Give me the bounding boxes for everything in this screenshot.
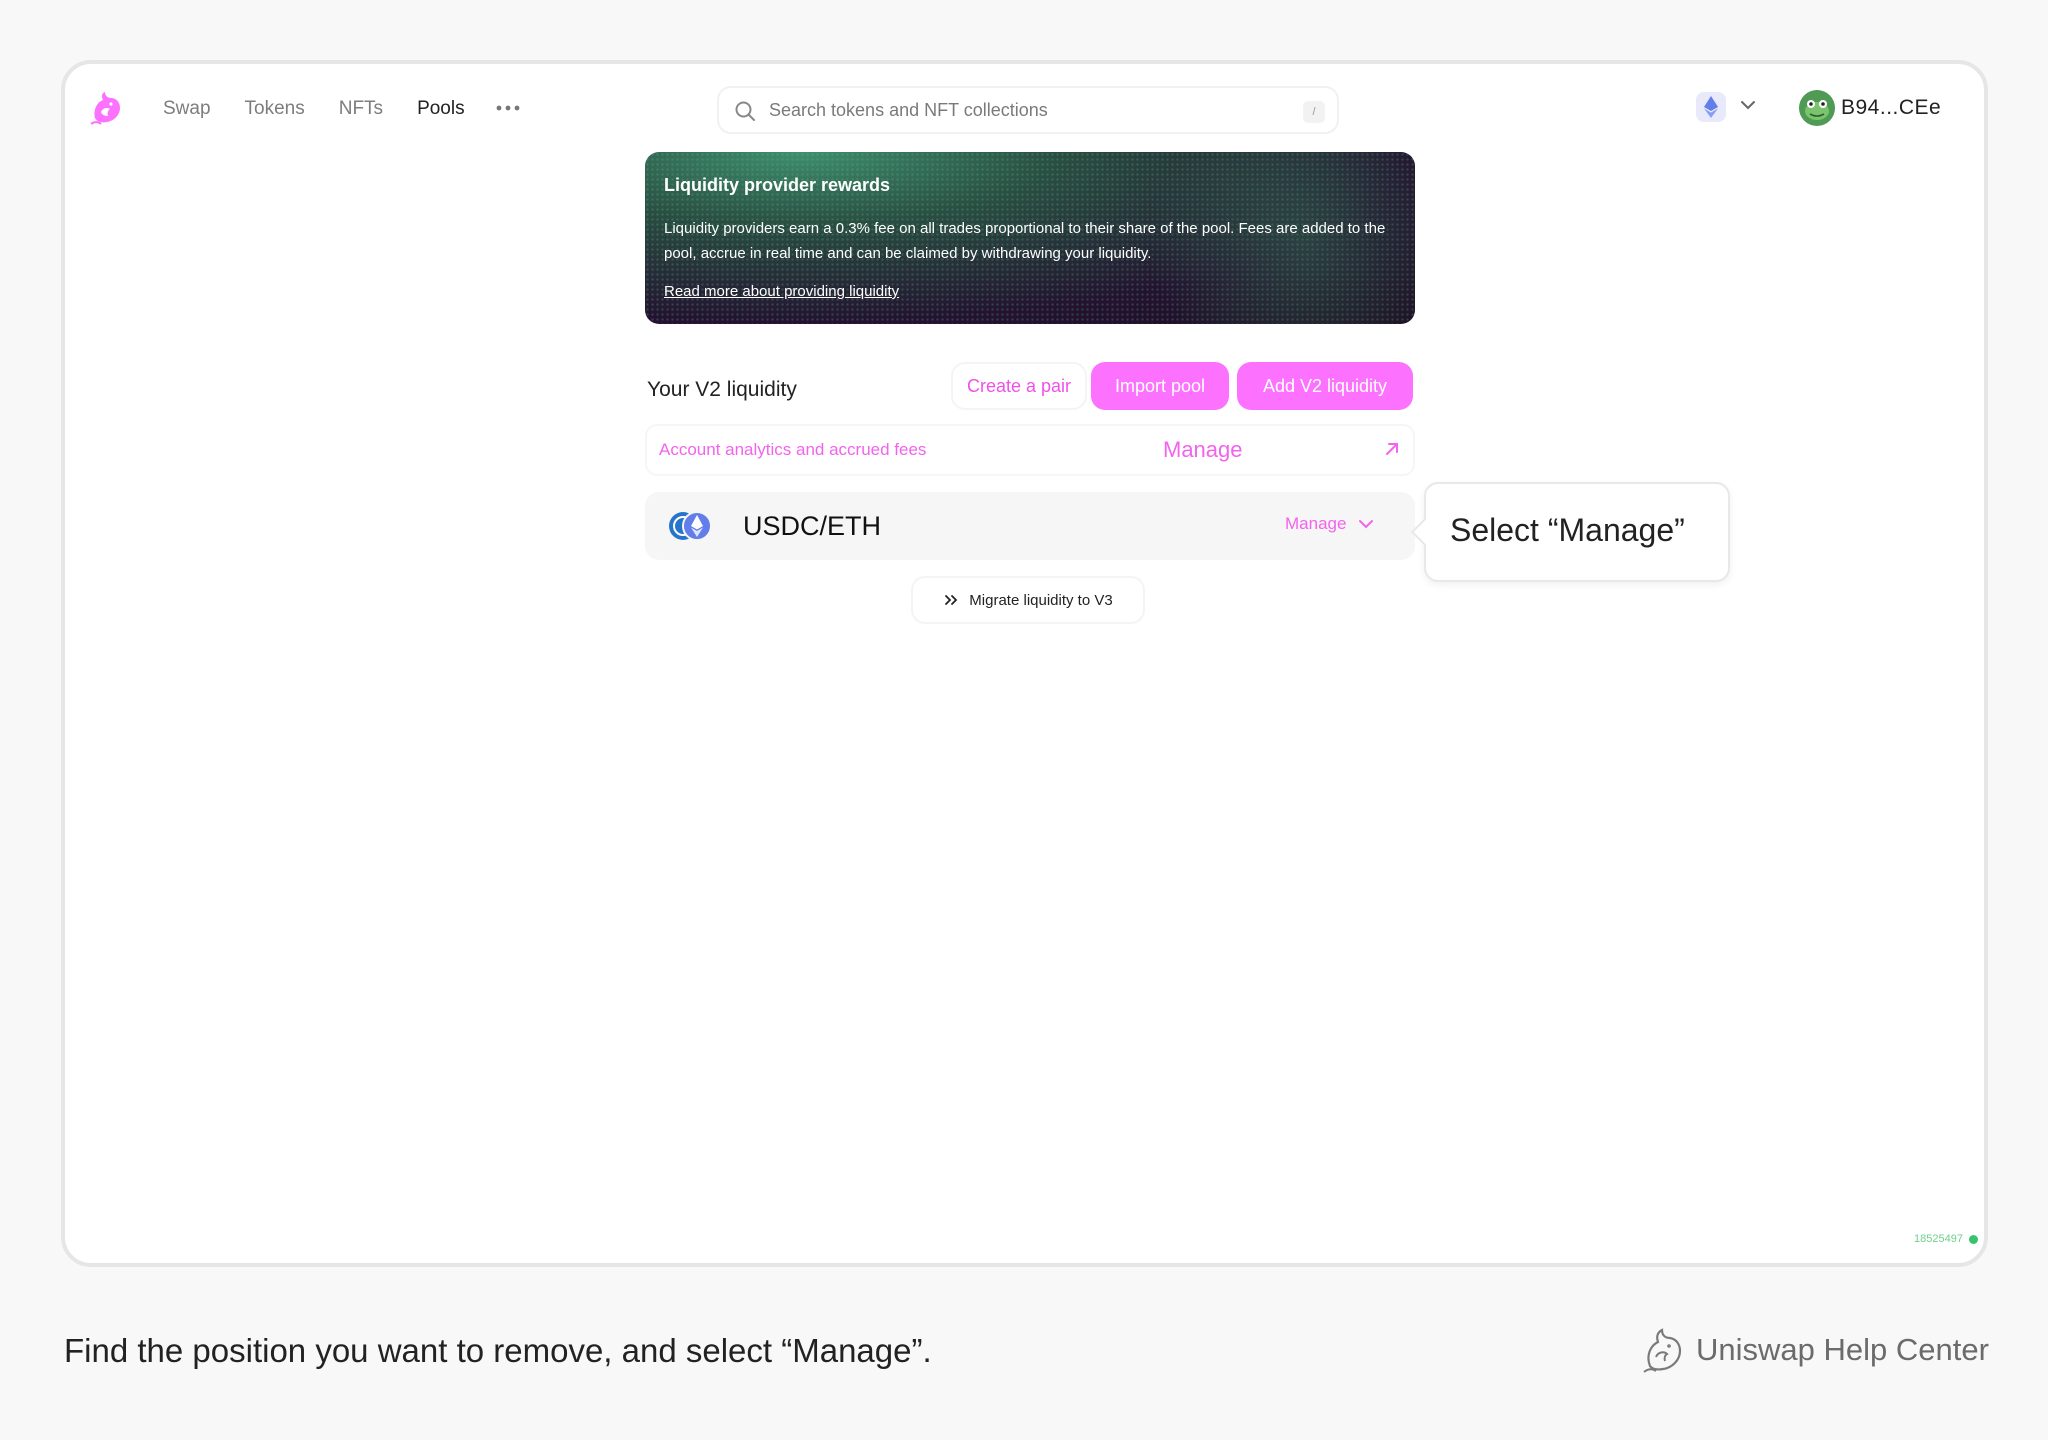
help-center-brand: Uniswap Help Center [1640, 1326, 1989, 1374]
ethereum-icon [1696, 92, 1726, 122]
brand-name: Uniswap Help Center [1696, 1332, 1989, 1367]
add-v2-liquidity-button[interactable]: Add V2 liquidity [1237, 362, 1413, 410]
block-status: 18525497 [1914, 1233, 1978, 1245]
read-more-link[interactable]: Read more about providing liquidity [664, 283, 899, 300]
nav-pools[interactable]: Pools [417, 96, 465, 122]
pair-name: USDC/ETH [743, 511, 882, 541]
analytics-label: Account analytics and accrued fees [659, 440, 927, 459]
account-address: B94...CEe [1841, 96, 1942, 119]
callout-text: Select “Manage” [1450, 512, 1685, 548]
banner-title: Liquidity provider rewards [664, 175, 891, 195]
double-chevron-right-icon [945, 595, 958, 605]
search-icon [735, 101, 755, 121]
v2-liquidity-title: Your V2 liquidity [647, 378, 797, 401]
step-caption: Find the position you want to remove, an… [64, 1332, 932, 1369]
banner-body: Liquidity providers earn a 0.3% fee on a… [664, 220, 1386, 262]
instruction-callout: Select “Manage” [1424, 482, 1730, 582]
ellipsis-icon[interactable] [493, 98, 523, 118]
usdc-eth-pair-icon [669, 511, 712, 541]
block-number: 18525497 [1914, 1233, 1963, 1245]
position-manage-label: Manage [1285, 514, 1347, 533]
nav-tokens[interactable]: Tokens [245, 96, 305, 122]
uniswap-unicorn-icon [1643, 1328, 1682, 1373]
uniswap-logo-icon[interactable] [87, 88, 127, 128]
top-nav: Swap Tokens NFTs Pools / [65, 64, 1984, 160]
arrow-up-right-icon [1386, 443, 1398, 455]
nav-swap[interactable]: Swap [163, 96, 211, 122]
search-bar[interactable]: / [717, 86, 1339, 134]
chevron-down-icon [1741, 101, 1755, 110]
migrate-to-v3-button[interactable]: Migrate liquidity to V3 [911, 576, 1145, 624]
app-window: Swap Tokens NFTs Pools / [61, 60, 1988, 1267]
analytics-manage-label: Manage [1163, 437, 1243, 462]
account-analytics-link[interactable]: Account analytics and accrued fees Manag… [645, 424, 1415, 476]
search-input[interactable] [769, 96, 1269, 124]
create-pair-button[interactable]: Create a pair [951, 362, 1087, 410]
status-dot [1969, 1234, 1978, 1244]
migrate-label: Migrate liquidity to V3 [969, 591, 1113, 609]
account-button[interactable]: B94...CEe [1799, 86, 1941, 130]
network-selector[interactable] [1696, 88, 1766, 128]
avatar [1799, 90, 1835, 126]
search-shortcut-key: / [1303, 101, 1325, 123]
chevron-down-icon [1359, 520, 1374, 529]
position-row-usdc-eth[interactable]: USDC/ETH Manage [645, 492, 1415, 560]
import-pool-button[interactable]: Import pool [1091, 362, 1229, 410]
position-manage-button[interactable]: Manage [1285, 514, 1374, 534]
lp-rewards-banner: Liquidity provider rewards Liquidity pro… [645, 152, 1415, 324]
nav-nfts[interactable]: NFTs [339, 96, 383, 122]
